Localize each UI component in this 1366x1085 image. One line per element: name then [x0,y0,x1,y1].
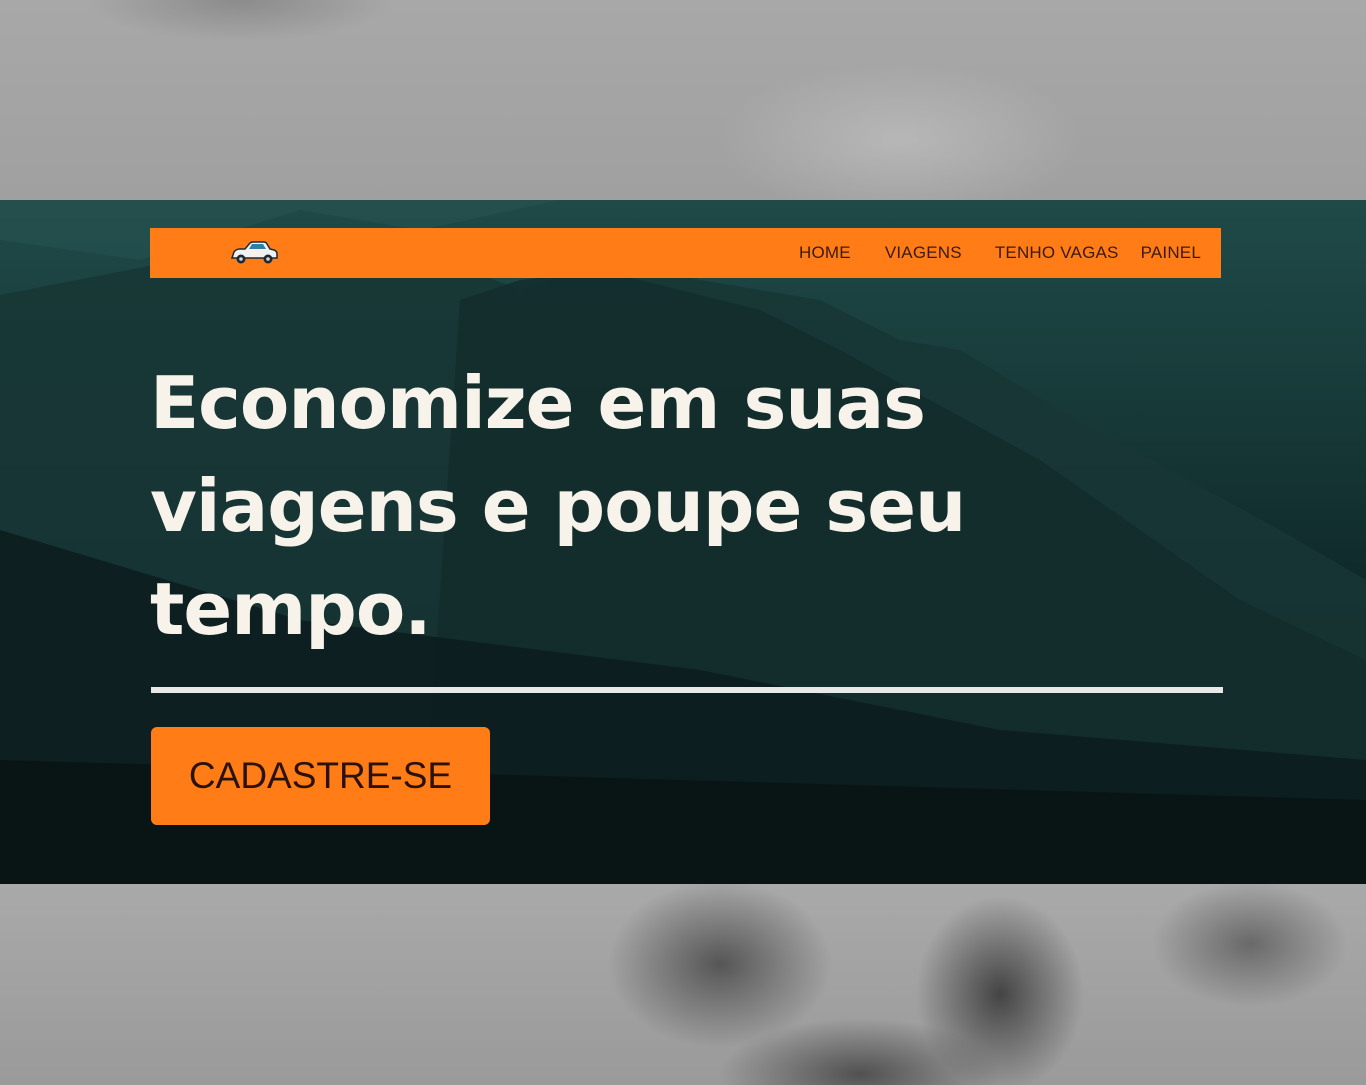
blurred-background-top [0,0,1366,200]
hero-section: HOME VIAGENS TENHO VAGAS PAINEL Economiz… [0,200,1366,886]
car-icon[interactable] [228,238,280,268]
blurred-background-bottom [0,884,1366,1085]
hero-divider [151,687,1223,693]
nav-menu: HOME VIAGENS TENHO VAGAS PAINEL [799,228,1201,278]
hero-headline: Economize em suas viagens e poupe seu te… [150,361,966,651]
top-navbar: HOME VIAGENS TENHO VAGAS PAINEL [150,228,1221,278]
nav-item-home[interactable]: HOME [799,243,851,263]
signup-button[interactable]: CADASTRE-SE [151,727,490,825]
nav-item-tenho-vagas[interactable]: TENHO VAGAS [995,243,1119,263]
nav-item-viagens[interactable]: VIAGENS [885,243,962,263]
nav-item-painel[interactable]: PAINEL [1141,243,1201,263]
